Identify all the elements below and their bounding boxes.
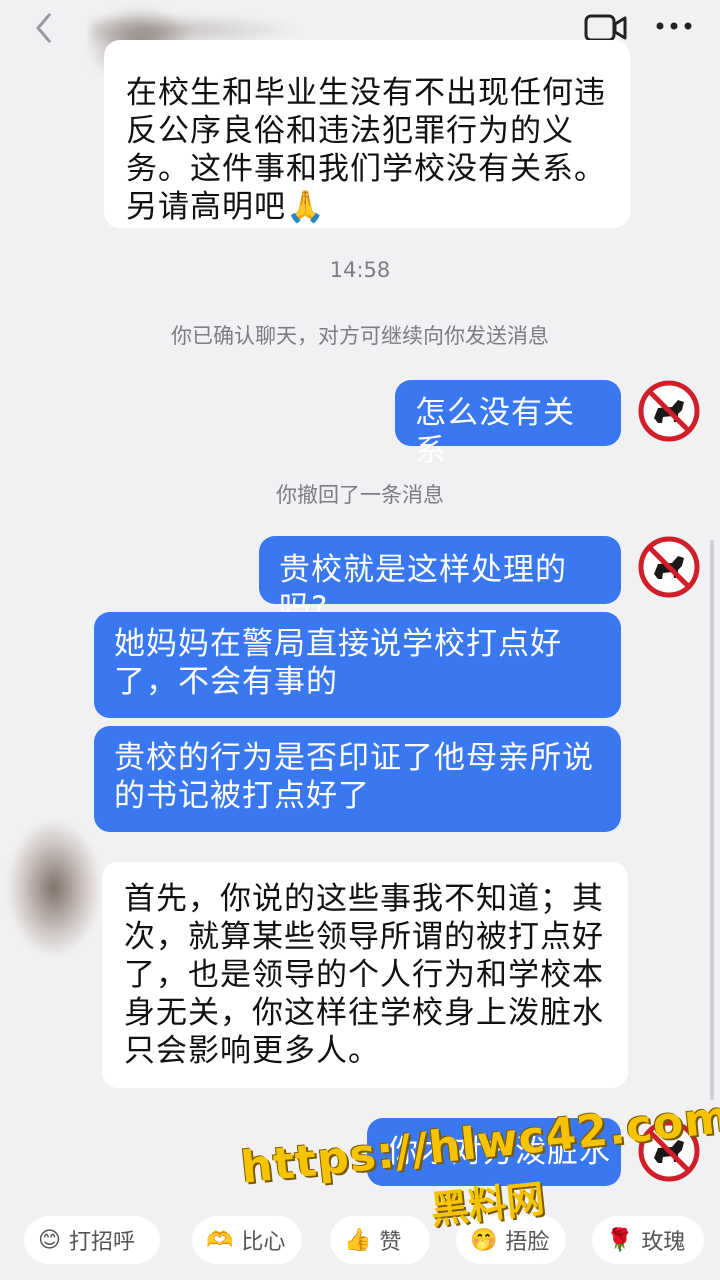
rose-icon: 🌹 [606, 1227, 634, 1253]
quick-reply-label: 玫瑰 [641, 1230, 686, 1255]
message-timestamp: 14:58 [329, 258, 391, 282]
no-dog-avatar-icon[interactable] [638, 536, 700, 598]
no-dog-avatar-icon[interactable] [638, 1120, 700, 1182]
no-dog-avatar-icon[interactable] [638, 380, 700, 442]
outgoing-message-bubble[interactable]: 贵校就是这样处理的吗? [259, 536, 621, 626]
facepalm-icon: 🤭 [470, 1227, 498, 1253]
outgoing-message-bubble[interactable]: 怎么没有关系 [395, 380, 621, 469]
message-text: 怎么没有关系 [415, 395, 575, 469]
message-text: 你才对方泼脏水 [387, 1134, 611, 1170]
sender-avatar[interactable] [6, 818, 102, 958]
outgoing-message-bubble[interactable]: 贵校的行为是否印证了他母亲所说的书记被打点好了 [94, 726, 621, 832]
quick-reply-bar: 😊 打招呼 🫶 比心 👍 赞 🤭 捂脸 🌹 玫瑰 [0, 1200, 720, 1280]
quick-reply-label: 比心 [241, 1230, 286, 1255]
scrollbar[interactable] [710, 540, 714, 1100]
quick-reply-heart[interactable]: 🫶 比心 [192, 1216, 302, 1264]
heart-hands-icon: 🫶 [206, 1227, 234, 1253]
smile-icon: 😊 [38, 1227, 61, 1253]
quick-reply-facepalm[interactable]: 🤭 捂脸 [456, 1216, 566, 1264]
more-dots-icon[interactable] [654, 14, 694, 38]
incoming-message-bubble[interactable]: 在校生和毕业生没有不出现任何违反公序良俗和违法犯罪行为的义务。这件事和我们学校没… [104, 40, 630, 228]
incoming-message-bubble[interactable]: 首先，你说的这些事我不知道；其次，就算某些领导所谓的被打点好了，也是领导的个人行… [102, 862, 628, 1088]
quick-reply-rose[interactable]: 🌹 玫瑰 [592, 1216, 704, 1264]
confirm-chat-note: 你已确认聊天，对方可继续向你发送消息 [171, 324, 549, 348]
quick-reply-label: 打招呼 [68, 1230, 135, 1255]
chevron-left-icon[interactable] [32, 10, 56, 46]
quick-reply-greet[interactable]: 😊 打招呼 [24, 1216, 160, 1264]
recall-note: 你撤回了一条消息 [276, 483, 444, 507]
outgoing-message-bubble[interactable]: 她妈妈在警局直接说学校打点好了，不会有事的 [94, 612, 621, 718]
quick-reply-label: 捂脸 [505, 1230, 550, 1255]
message-text: 首先，你说的这些事我不知道；其次，就算某些领导所谓的被打点好了，也是领导的个人行… [124, 881, 604, 1069]
thumbs-up-icon: 👍 [344, 1227, 372, 1253]
message-text: 贵校的行为是否印证了他母亲所说的书记被打点好了 [114, 740, 594, 814]
quick-reply-label: 赞 [379, 1230, 402, 1255]
message-text: 在校生和毕业生没有不出现任何违反公序良俗和违法犯罪行为的义务。这件事和我们学校没… [126, 75, 606, 225]
outgoing-message-bubble[interactable]: 你才对方泼脏水 [367, 1118, 621, 1186]
quick-reply-like[interactable]: 👍 赞 [330, 1216, 430, 1264]
message-text: 她妈妈在警局直接说学校打点好了，不会有事的 [114, 626, 562, 700]
